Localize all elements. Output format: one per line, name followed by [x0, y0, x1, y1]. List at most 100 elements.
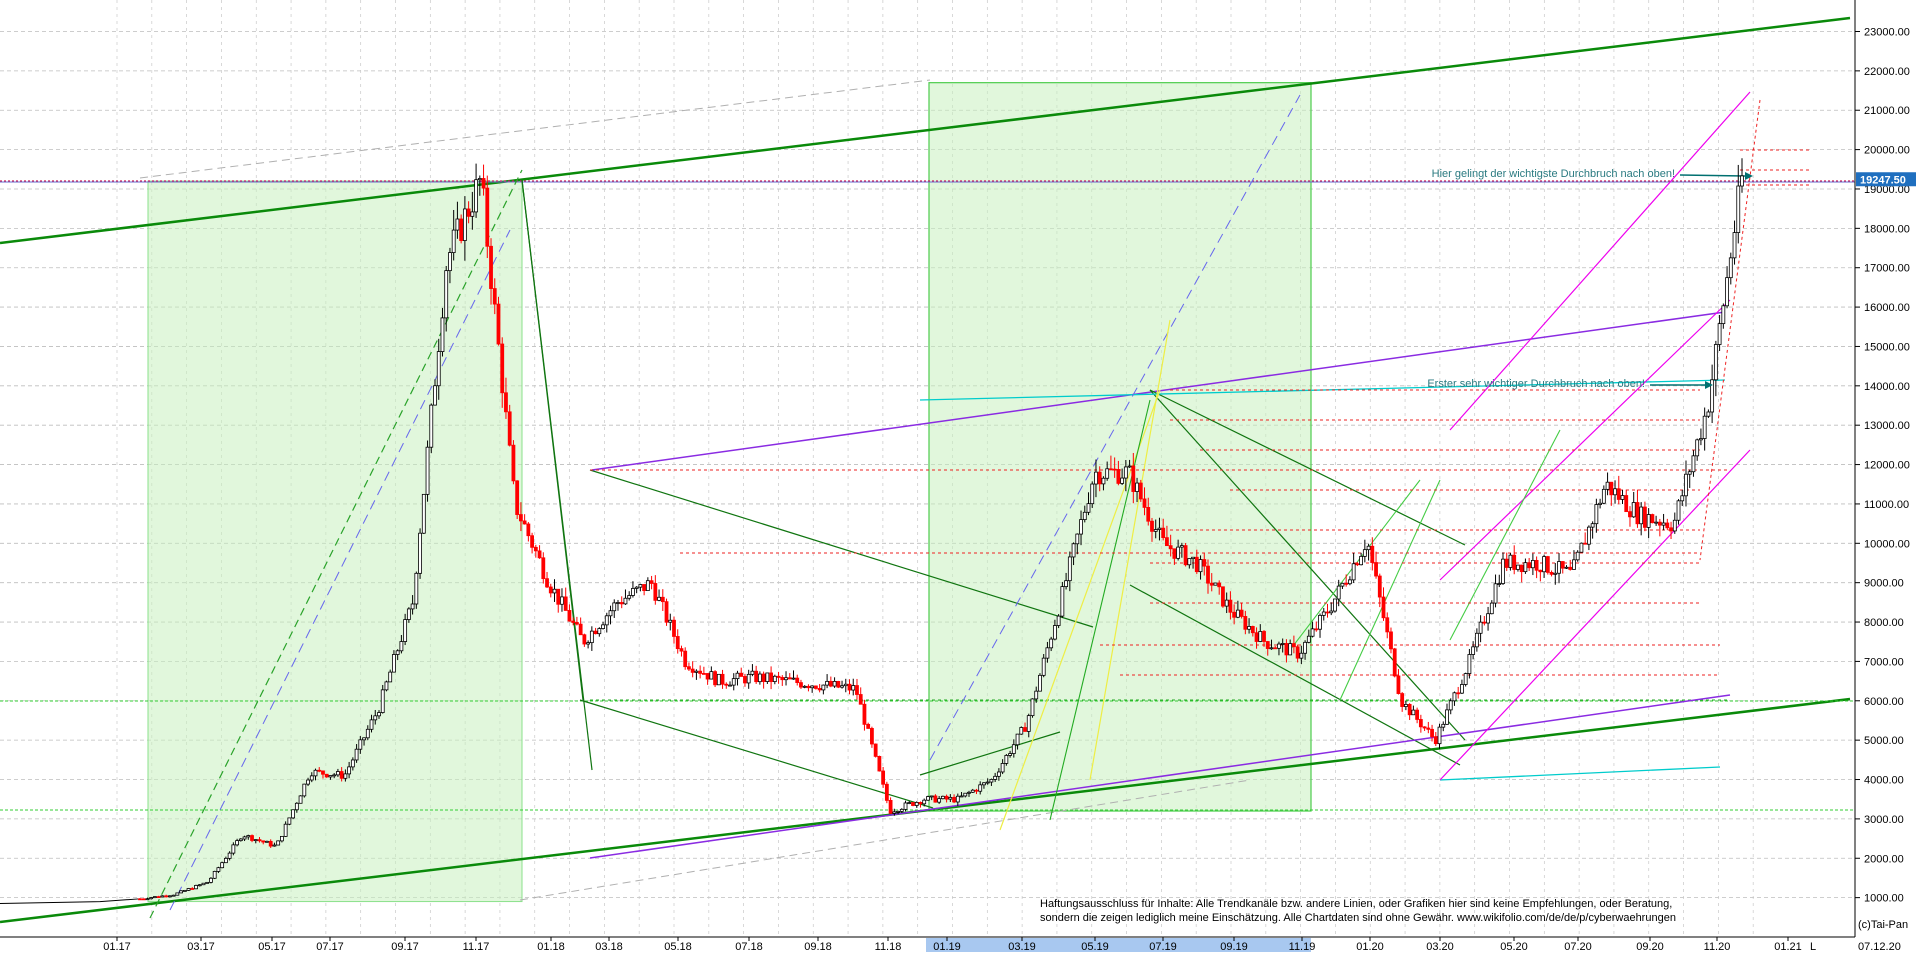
candle-body: [1295, 646, 1300, 659]
candle-body: [306, 779, 310, 785]
chart-svg: 1000.00 2000.00 3000.00 4000.00 5000.00 6000.…: [0, 0, 1916, 953]
candle-body: [448, 252, 452, 272]
candle-body: [380, 689, 385, 713]
candle-body: [1321, 611, 1326, 616]
x-tick-label: 03.17: [187, 941, 215, 952]
candle-body: [1052, 625, 1057, 640]
candle-body: [223, 857, 228, 864]
candle-body: [1501, 558, 1505, 584]
candle-body: [1336, 585, 1341, 600]
y-tick-label: 5000.00: [1864, 735, 1904, 747]
candle-body: [1041, 657, 1046, 676]
candle-body: [403, 619, 408, 642]
candle-body: [1661, 522, 1666, 526]
candle-body: [828, 680, 833, 687]
candle-body: [675, 636, 680, 650]
x-tick-label: 03.20: [1426, 941, 1454, 952]
candle-body: [1239, 609, 1244, 617]
candle-body: [1333, 598, 1337, 612]
candle-body: [474, 179, 478, 213]
candle-body: [649, 580, 654, 584]
candle-body: [272, 844, 277, 847]
candle-body: [1224, 599, 1229, 607]
candle-body: [843, 683, 848, 687]
candle-body: [1038, 674, 1042, 692]
candle-body: [220, 862, 225, 869]
candle-body: [526, 523, 531, 537]
candle-body: [982, 782, 986, 786]
candle-body: [462, 208, 467, 241]
candle-body: [1306, 635, 1311, 643]
candle-body: [1194, 556, 1199, 573]
candle-body: [1000, 763, 1005, 773]
candle-body: [1023, 727, 1027, 732]
candle-body: [1172, 548, 1177, 559]
candle-body: [186, 888, 191, 891]
candle-body: [541, 557, 546, 580]
candle-body: [1138, 482, 1143, 500]
candle-body: [444, 270, 449, 319]
candle-body: [395, 650, 400, 655]
candle-body: [1471, 646, 1476, 655]
candle-body: [1030, 698, 1035, 717]
candle-body: [1123, 466, 1128, 479]
candle-body: [171, 894, 176, 897]
candle-body: [698, 670, 703, 674]
y-tick-label: 6000.00: [1864, 696, 1904, 708]
candle-body: [179, 890, 183, 894]
candle-body: [787, 677, 792, 680]
candle-body: [597, 628, 602, 635]
candle-body: [571, 620, 576, 623]
candle-body: [459, 218, 464, 241]
candle-body: [1310, 628, 1315, 637]
x-tick-label: 07.18: [735, 941, 763, 952]
candle-body: [937, 798, 942, 803]
x-axis-highlight-band: [926, 938, 1311, 953]
candle-body: [884, 783, 889, 801]
candle-body: [250, 835, 254, 841]
candle-body: [802, 685, 807, 688]
candle-body: [1639, 506, 1644, 525]
candle-body: [974, 789, 979, 792]
candle-body: [1247, 626, 1251, 630]
candle-body: [1635, 502, 1640, 525]
candle-body: [1736, 185, 1741, 234]
candle-body: [608, 610, 613, 617]
candle-body: [1516, 564, 1520, 570]
candle-body: [944, 795, 949, 800]
candle-body: [642, 584, 647, 591]
candle-body: [530, 535, 534, 548]
candle-body: [806, 685, 811, 689]
y-tick-label: 16000.00: [1864, 302, 1910, 314]
candle-body: [1586, 526, 1591, 545]
candle-body: [1433, 736, 1438, 745]
candle-body: [414, 572, 419, 605]
candle-body: [194, 885, 198, 890]
candle-body: [668, 619, 673, 623]
candle-body: [955, 795, 960, 803]
candle-body: [724, 683, 729, 686]
x-tick-label: 07.20: [1564, 941, 1592, 952]
x-tick-label: 03.19: [1008, 941, 1036, 952]
candle-body: [754, 670, 759, 683]
candle-body: [1717, 323, 1722, 345]
candle-body: [989, 779, 994, 783]
highlight-zone: [928, 82, 1312, 812]
candle-body: [1097, 471, 1102, 485]
candle-body: [1426, 727, 1431, 730]
candle-body: [769, 672, 773, 682]
candle-body: [545, 578, 549, 588]
candle-body: [1553, 572, 1558, 575]
candle-body: [1448, 700, 1453, 711]
candle-body: [257, 839, 262, 842]
candle-body: [1560, 561, 1565, 569]
candle-body: [1314, 628, 1319, 631]
candle-body: [1011, 744, 1016, 754]
candle-body: [1179, 545, 1184, 548]
candle-body: [1400, 693, 1405, 707]
candle-body: [657, 596, 661, 601]
candle-body: [739, 672, 744, 677]
candle-body: [1445, 709, 1449, 725]
candle-body: [1187, 558, 1192, 566]
candle-body: [238, 838, 243, 842]
